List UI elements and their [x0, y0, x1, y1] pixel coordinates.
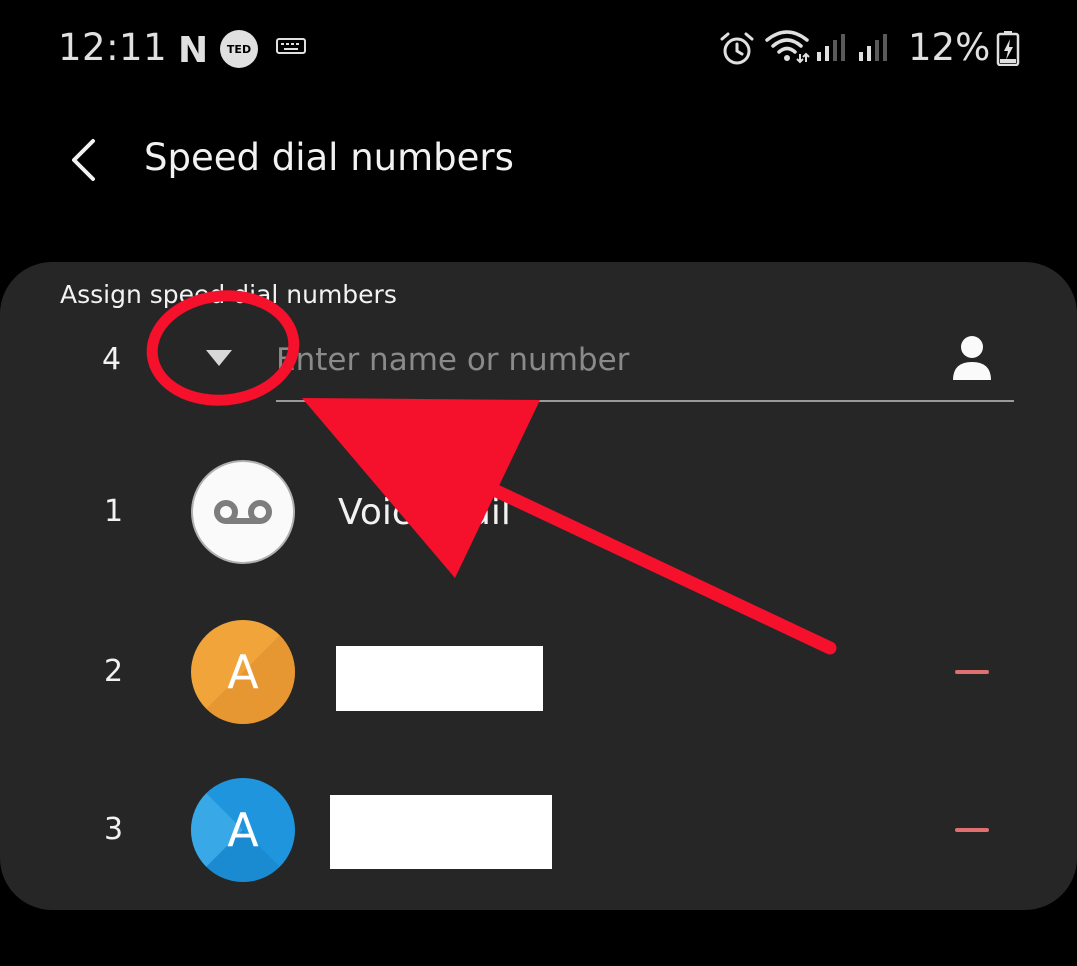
status-bar: 12:11 N TED 12% [0, 0, 1077, 96]
speed-dial-slot: 2 [104, 654, 124, 689]
back-button[interactable] [54, 130, 114, 190]
page-title: Speed dial numbers [144, 136, 514, 179]
alarm-icon [718, 30, 756, 72]
contact-name: Voicemail [338, 492, 511, 533]
remove-button[interactable] [955, 670, 989, 674]
input-underline [276, 400, 1014, 402]
slot-number-selector-value: 4 [102, 342, 122, 377]
avatar-letter: A [227, 803, 259, 857]
app-header: Speed dial numbers [0, 110, 1077, 210]
slot-dropdown-button[interactable] [204, 348, 234, 372]
list-item[interactable]: 1 Voicemail [0, 442, 1077, 582]
status-time: 12:11 [58, 26, 168, 69]
triangle-down-icon [206, 350, 232, 366]
remove-button[interactable] [955, 828, 989, 832]
redacted-name [336, 646, 543, 711]
name-or-number-input[interactable] [276, 332, 926, 388]
speed-dial-card: Assign speed dial numbers 4 1 Voicemai [0, 262, 1077, 910]
battery-charging-icon [996, 30, 1020, 70]
person-icon [953, 336, 991, 380]
chevron-left-icon [72, 139, 95, 181]
keyboard-icon [276, 38, 306, 60]
ted-icon: TED [220, 30, 258, 68]
contact-avatar: A [191, 778, 295, 882]
contact-picker-button[interactable] [950, 334, 994, 386]
battery-percent: 12% [908, 26, 991, 69]
avatar-letter: A [227, 645, 259, 699]
assign-row: 4 [0, 322, 1077, 404]
voicemail-icon [214, 500, 272, 524]
wifi-icon [764, 28, 810, 68]
signal-icon [816, 32, 846, 66]
section-label: Assign speed dial numbers [60, 280, 397, 309]
list-item[interactable]: 2 A [0, 602, 1077, 742]
netflix-icon: N [178, 30, 209, 71]
list-item[interactable]: 3 A [0, 760, 1077, 900]
contact-avatar: A [191, 620, 295, 724]
voicemail-avatar [191, 460, 295, 564]
speed-dial-slot: 1 [104, 494, 124, 529]
redacted-name [330, 795, 552, 869]
speed-dial-slot: 3 [104, 812, 124, 847]
signal-icon [858, 32, 888, 66]
